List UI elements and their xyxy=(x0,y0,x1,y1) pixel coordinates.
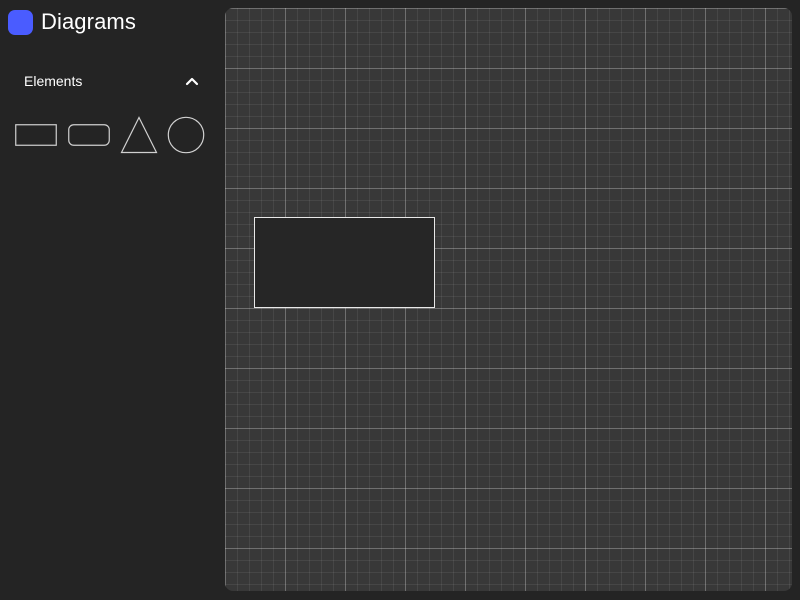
palette-rounded-rectangle[interactable] xyxy=(68,124,110,151)
shape-palette xyxy=(14,114,210,156)
triangle-icon xyxy=(120,116,158,154)
diagram-canvas[interactable] xyxy=(225,8,792,591)
chevron-up-icon[interactable] xyxy=(184,73,200,89)
rectangle-icon xyxy=(15,124,57,146)
app-logo-icon xyxy=(8,9,33,35)
sidebar: Diagrams Elements xyxy=(0,0,224,600)
palette-circle[interactable] xyxy=(167,116,205,159)
app-title: Diagrams xyxy=(41,9,136,34)
palette-triangle[interactable] xyxy=(120,116,158,159)
canvas-rectangle-shape[interactable] xyxy=(254,217,435,308)
rounded-rectangle-icon xyxy=(68,124,110,146)
circle-icon xyxy=(167,116,205,154)
app-header: Diagrams xyxy=(8,8,136,36)
palette-rectangle[interactable] xyxy=(15,124,57,151)
elements-section-label: Elements xyxy=(24,73,83,89)
elements-section-toggle[interactable]: Elements xyxy=(8,66,208,96)
diagram-app: Diagrams Elements xyxy=(0,0,800,600)
